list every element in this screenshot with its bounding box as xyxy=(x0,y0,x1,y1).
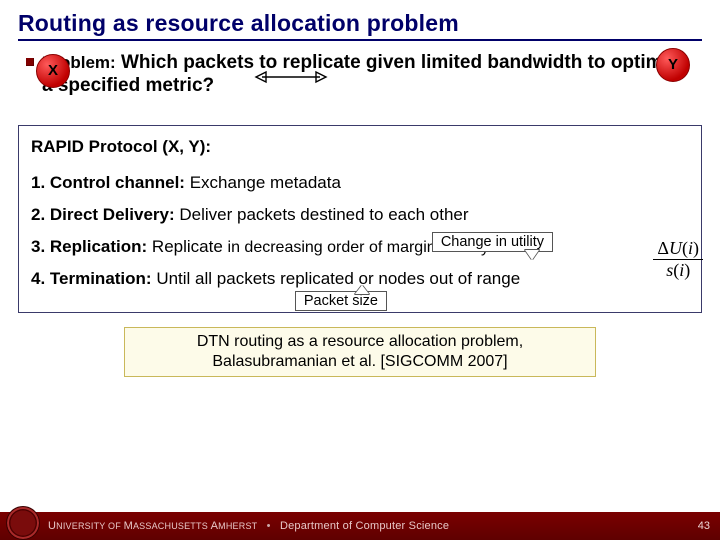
callout-tail-icon xyxy=(525,250,539,260)
step-4-text: Until all packets replicated or nodes ou… xyxy=(156,269,520,288)
bullet-icon xyxy=(26,58,34,66)
footer-u: U xyxy=(48,520,56,532)
node-x: X xyxy=(36,54,70,88)
step-1-text: Exchange metadata xyxy=(190,173,341,192)
problem-row: Problem: Which packets to replicate give… xyxy=(18,49,702,103)
step-4-label: 4. Termination: xyxy=(31,269,152,288)
footer-niversity: NIVERSITY OF xyxy=(56,521,123,531)
slide: Routing as resource allocation problem P… xyxy=(0,0,720,540)
step-2-label: 2. Direct Delivery: xyxy=(31,205,175,224)
problem-body: Which packets to replicate given limited… xyxy=(42,52,688,96)
callout-change-in-utility: Change in utility xyxy=(432,232,553,252)
step-3-label: 3. Replication: xyxy=(31,237,147,256)
footer-mherst: MHERST xyxy=(218,521,257,531)
step-2-text: Deliver packets destined to each other xyxy=(179,205,468,224)
step-1: 1. Control channel: Exchange metadata xyxy=(31,172,689,194)
footer-ass: ASSACHUSETTS xyxy=(133,521,211,531)
footer-separator: • xyxy=(267,520,271,532)
footer-m: M xyxy=(124,520,133,532)
callout-packet-size: Packet size xyxy=(295,291,387,311)
title-underline xyxy=(18,39,702,41)
marginal-utility-formula: ΔU(i) s(i) xyxy=(653,239,703,280)
citation-box: DTN routing as a resource allocation pro… xyxy=(124,327,596,377)
footer: UNIVERSITY OF MASSACHUSETTS AMHERST • De… xyxy=(0,512,720,540)
callout-tail-icon xyxy=(355,285,369,294)
formula-numerator: ΔU(i) xyxy=(653,239,703,259)
formula-denominator: s(i) xyxy=(653,259,703,280)
protocol-box: RAPID Protocol (X, Y): 1. Control channe… xyxy=(18,125,702,312)
double-arrow-icon xyxy=(254,68,328,86)
slide-title: Routing as resource allocation problem xyxy=(18,10,702,37)
page-number: 43 xyxy=(698,520,710,532)
step-3-text-a: Replicate xyxy=(152,237,223,256)
protocol-heading: RAPID Protocol (X, Y): xyxy=(31,136,689,158)
node-y: Y xyxy=(656,48,690,82)
step-3: 3. Replication: Replicate in decreasing … xyxy=(31,236,689,258)
footer-department: Department of Computer Science xyxy=(280,520,449,532)
step-1-label: 1. Control channel: xyxy=(31,173,185,192)
umass-seal-icon xyxy=(6,506,40,540)
step-2: 2. Direct Delivery: Deliver packets dest… xyxy=(31,204,689,226)
problem-text: Problem: Which packets to replicate give… xyxy=(42,51,696,97)
footer-affiliation: UNIVERSITY OF MASSACHUSETTS AMHERST • De… xyxy=(48,520,449,532)
citation-line-2: Balasubramanian et al. [SIGCOMM 2007] xyxy=(133,352,587,372)
citation-line-1: DTN routing as a resource allocation pro… xyxy=(133,332,587,352)
